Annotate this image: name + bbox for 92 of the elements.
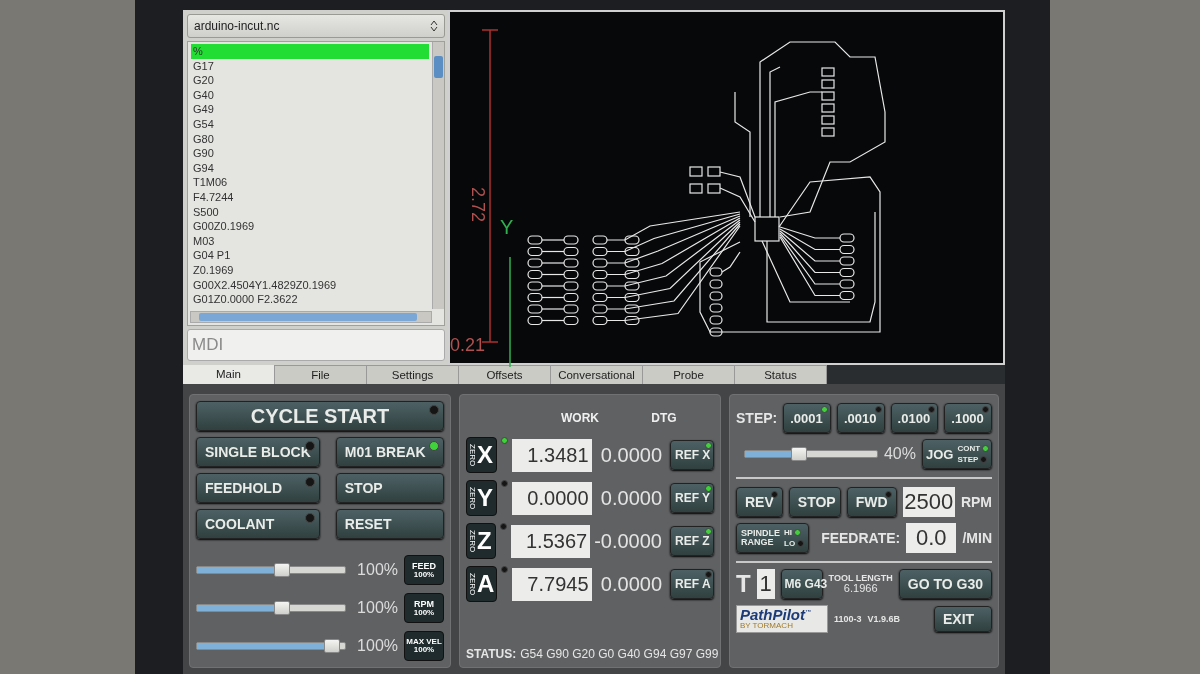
gcode-line[interactable]: G01Z0.0000 F2.3622: [191, 292, 429, 307]
override-reset-button[interactable]: RPM 100%: [404, 593, 444, 623]
override-reset-button[interactable]: FEED 100%: [404, 555, 444, 585]
spindle-range-button[interactable]: SPINDLE RANGE HI LO: [736, 523, 810, 553]
tool-length-value: 6.1966: [843, 583, 878, 594]
tool-length-label: TOOL LENGTH: [828, 574, 893, 583]
gcode-line[interactable]: G80: [191, 131, 429, 147]
go-to-g30-button[interactable]: GO TO G30: [898, 569, 992, 599]
distance-to-go: 0.0000: [599, 443, 662, 467]
status-codes: G54 G90 G20 G0 G40 G94 G97 G99: [520, 647, 719, 661]
tab[interactable]: Probe: [643, 364, 735, 384]
software-version: V1.9.6B: [867, 614, 901, 624]
gcode-line[interactable]: T1M06: [191, 175, 429, 190]
jog-speed-reading: 40%: [883, 445, 916, 463]
control-button[interactable]: COOLANT: [196, 509, 320, 539]
gcode-line[interactable]: G04 P1: [191, 248, 429, 263]
work-position-field[interactable]: 0.0000: [511, 481, 592, 515]
distance-to-go: 0.0000: [599, 572, 662, 596]
status-label: STATUS:: [466, 647, 517, 661]
control-button[interactable]: STOP: [335, 473, 444, 503]
vertical-scrollbar[interactable]: [432, 42, 444, 309]
spindle-button[interactable]: REV: [736, 487, 783, 517]
zero-axis-button[interactable]: ZERO X: [466, 437, 497, 473]
work-position-field[interactable]: 1.3481: [511, 438, 592, 472]
column-header: WORK: [560, 411, 600, 425]
gcode-line[interactable]: Z0.1969: [191, 262, 429, 278]
mdi-input-field[interactable]: MDI: [187, 328, 445, 361]
tab[interactable]: Settings: [367, 364, 459, 384]
gcode-line[interactable]: G49: [191, 102, 429, 117]
distance-to-go: -0.0000: [594, 529, 662, 553]
tab[interactable]: File: [275, 364, 367, 384]
gcode-line[interactable]: G90: [191, 146, 429, 161]
gcode-line[interactable]: G17: [191, 58, 429, 74]
override-reset-button[interactable]: MAX VEL 100%: [404, 631, 444, 661]
tab[interactable]: Main: [183, 364, 275, 384]
gcode-line[interactable]: G40: [191, 87, 429, 103]
dropdown-arrows-icon: [430, 20, 438, 32]
step-button[interactable]: .0001: [783, 403, 831, 433]
override-reading: 100%: [357, 561, 398, 579]
gcode-line[interactable]: G00X2.4504Y1.4829Z0.1969: [191, 277, 429, 293]
slider-thumb[interactable]: [273, 601, 290, 615]
gcode-line[interactable]: G54: [191, 116, 429, 132]
gcode-line[interactable]: G94: [191, 160, 429, 176]
tool-number-field[interactable]: 1: [756, 569, 775, 599]
ref-axis-button[interactable]: REF X: [670, 440, 714, 470]
distance-to-go: 0.0000: [599, 486, 662, 510]
control-button[interactable]: SINGLE BLOCK: [196, 437, 320, 467]
ref-axis-button[interactable]: REF A: [670, 569, 714, 599]
rpm-unit: RPM: [960, 494, 992, 510]
spindle-button[interactable]: STOP: [788, 487, 841, 517]
slider-thumb[interactable]: [791, 447, 808, 461]
dimension-label: 2.72: [468, 187, 488, 223]
tool-label: T: [736, 570, 751, 598]
cycle-start-button[interactable]: CYCLE START: [196, 401, 444, 431]
feedrate-field[interactable]: 0.0: [906, 523, 957, 553]
work-position-field[interactable]: 7.7945: [511, 567, 592, 601]
gcode-line[interactable]: S500: [191, 204, 429, 220]
tab[interactable]: Conversational: [551, 364, 643, 384]
step-button[interactable]: .0100: [890, 403, 939, 433]
gcode-line[interactable]: F4.7244: [191, 189, 429, 205]
zero-axis-button[interactable]: ZERO Z: [466, 523, 497, 559]
control-button[interactable]: FEEDHOLD: [196, 473, 320, 503]
column-header: DTG: [650, 411, 678, 425]
gcode-line[interactable]: G20: [191, 73, 429, 88]
slider-thumb[interactable]: [323, 639, 340, 653]
gcode-line[interactable]: G00Z0.1969: [191, 219, 429, 234]
step-button[interactable]: .1000: [944, 403, 992, 433]
tab[interactable]: Status: [735, 364, 827, 384]
machine-model: 1100-3: [834, 614, 862, 624]
work-position-field[interactable]: 1.5367: [511, 524, 591, 558]
zero-axis-button[interactable]: ZERO Y: [466, 480, 497, 516]
override-reading: 100%: [357, 599, 398, 617]
rpm-field[interactable]: 2500: [902, 487, 955, 517]
pathpilot-logo: PathPilot$^{™}$ BY TORMACH: [736, 605, 828, 633]
feedrate-unit: /MIN: [962, 530, 992, 546]
exit-button[interactable]: EXIT: [934, 606, 992, 632]
feedrate-label: FEEDRATE:: [821, 530, 901, 546]
step-label: STEP:: [736, 410, 778, 426]
gcode-line[interactable]: M03: [191, 233, 429, 249]
dimension-label: 0.21: [450, 335, 486, 355]
slider-thumb[interactable]: [273, 563, 290, 577]
override-reading: 100%: [357, 637, 398, 655]
control-button[interactable]: M01 BREAK: [335, 437, 444, 467]
control-button[interactable]: RESET: [335, 509, 444, 539]
step-button[interactable]: .0010: [836, 403, 885, 433]
file-dropdown[interactable]: arduino-incut.nc: [187, 14, 445, 38]
ref-axis-button[interactable]: REF Y: [670, 483, 714, 513]
axis-label: Y: [500, 216, 514, 238]
ref-axis-button[interactable]: REF Z: [670, 526, 714, 556]
horizontal-scrollbar[interactable]: [190, 310, 432, 323]
zero-axis-button[interactable]: ZERO A: [466, 566, 497, 602]
spindle-button[interactable]: FWD: [846, 487, 897, 517]
